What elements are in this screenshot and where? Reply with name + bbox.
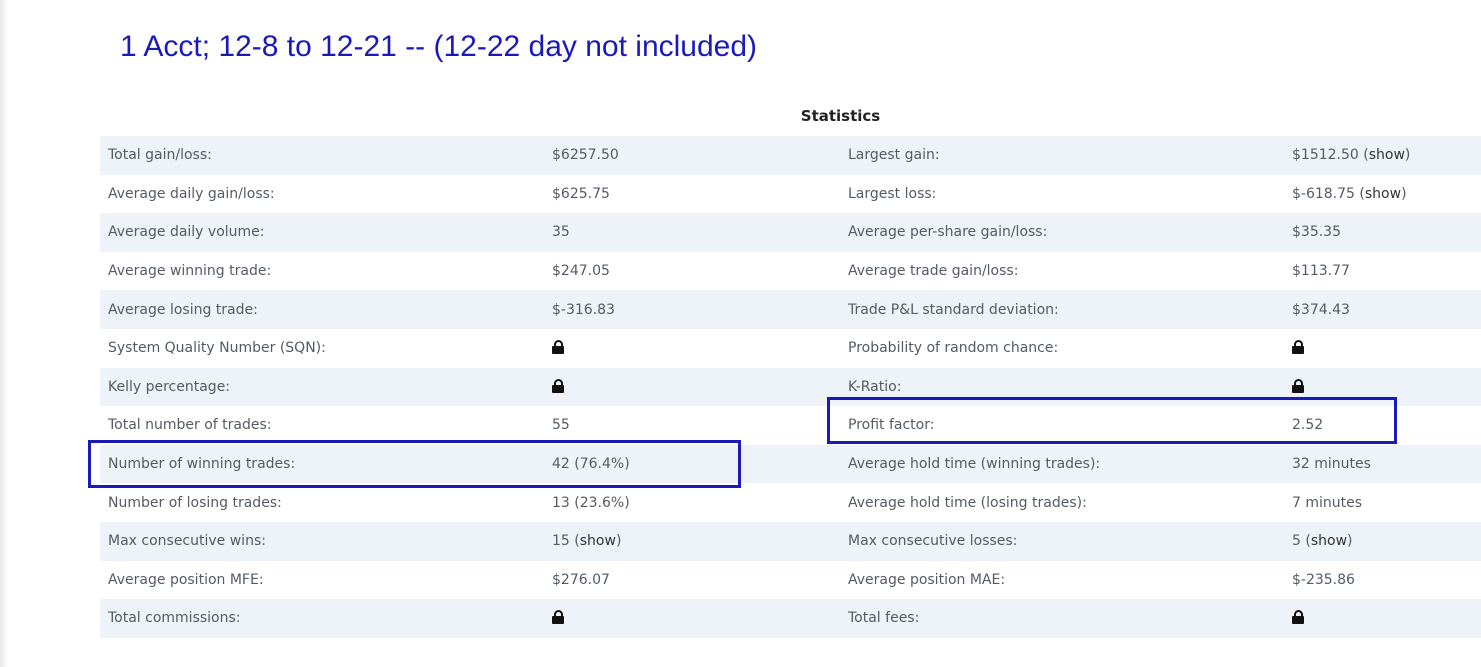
lock-icon	[1292, 378, 1304, 393]
show-link[interactable]: show	[1365, 186, 1401, 202]
lock-icon	[1292, 340, 1304, 355]
stat-label: Average daily volume:	[108, 224, 265, 241]
stat-value: $276.07	[552, 571, 610, 588]
stat-value: $-618.75	[1292, 185, 1355, 202]
show-link[interactable]: show	[1369, 147, 1405, 163]
stat-value: $-235.86	[1292, 571, 1355, 588]
stat-value-cell: 5 (show)	[1292, 533, 1353, 550]
page-edge-shadow	[0, 0, 8, 667]
stat-value-cell	[544, 368, 840, 407]
stat-label: Total gain/loss:	[108, 147, 212, 164]
stat-value: 15	[552, 533, 570, 550]
stat-value-cell: 32 minutes	[1284, 445, 1481, 484]
stat-label: Average winning trade:	[108, 263, 272, 280]
annotation-box-profit-factor	[827, 397, 1397, 444]
stat-value: $374.43	[1292, 301, 1350, 318]
stat-row-number-of-losing-trades: Number of losing trades: 13 (23.6%) Averag…	[100, 483, 1481, 522]
stat-value-cell: $-618.75 (show)	[1292, 185, 1407, 202]
lock-icon	[552, 340, 564, 355]
stat-label: Max consecutive wins:	[108, 533, 266, 550]
stat-label: Average daily gain/loss:	[108, 185, 275, 202]
stat-value-cell: 7 minutes	[1284, 483, 1481, 522]
stat-value-cell: $6257.50	[544, 136, 840, 175]
stat-value-cell: 15 (show)	[552, 533, 622, 550]
stat-value-cell: 13 (23.6%)	[544, 483, 840, 522]
stat-label: Total commissions:	[108, 610, 241, 627]
stat-label: Total number of trades:	[108, 417, 272, 434]
stat-label: Trade P&L standard deviation:	[848, 301, 1059, 318]
statistics-table: Total gain/loss: $6257.50 Largest gain: $15…	[100, 136, 1481, 638]
stat-value-cell: 35	[544, 213, 840, 252]
stat-value-cell: $625.75	[544, 175, 840, 214]
stat-row-average-daily-volume: Average daily volume: 35 Average per-share…	[100, 213, 1481, 252]
stat-value-cell: $247.05	[544, 252, 840, 291]
stat-label: System Quality Number (SQN):	[108, 340, 326, 357]
stat-value: $-316.83	[552, 301, 615, 318]
stat-value-cell: $-235.86	[1284, 561, 1481, 600]
show-link[interactable]: show	[1311, 533, 1347, 549]
annotation-box-winning-trades	[88, 440, 741, 488]
stat-value: $35.35	[1292, 224, 1341, 241]
lock-icon	[552, 610, 564, 625]
stat-label: Average position MAE:	[848, 571, 1006, 588]
lock-icon	[552, 378, 564, 393]
stat-label: Number of losing trades:	[108, 494, 282, 511]
stat-value: $113.77	[1292, 263, 1350, 280]
stat-value-cell: $374.43	[1284, 290, 1481, 329]
stat-label: Average losing trade:	[108, 301, 258, 318]
stat-value-cell: $1512.50 (show)	[1292, 147, 1411, 164]
stat-row-max-consecutive-wins: Max consecutive wins: 15 (show) Max consec…	[100, 521, 1481, 561]
stat-value-cell: $113.77	[1284, 252, 1481, 291]
stat-value-cell: $35.35	[1284, 213, 1481, 252]
stat-label: Largest gain:	[848, 147, 940, 164]
stat-value: 5	[1292, 533, 1301, 550]
stat-row-average-losing-trade: Average losing trade: $-316.83 Trade P&L s…	[100, 290, 1481, 329]
stat-value-cell: $-316.83	[544, 290, 840, 329]
stat-value: 13 (23.6%)	[552, 494, 630, 511]
stat-label: Kelly percentage:	[108, 378, 231, 395]
stat-row-average-position-mfe: Average position MFE: $276.07 Average posi…	[100, 561, 1481, 600]
stat-label: Average per-share gain/loss:	[848, 224, 1048, 241]
lock-icon	[1292, 610, 1304, 625]
stat-row-average-daily-gain-loss: Average daily gain/loss: $625.75 Largest l…	[100, 175, 1481, 214]
stat-label: Total fees:	[848, 610, 920, 627]
stat-row-total-commissions: Total commissions: Total fees:	[100, 599, 1481, 638]
stat-value-cell	[544, 329, 840, 368]
stat-label: Probability of random chance:	[848, 340, 1059, 357]
stat-value-cell: 55	[544, 406, 840, 445]
stat-label: Average trade gain/loss:	[848, 263, 1019, 280]
stat-label: Largest loss:	[848, 185, 937, 202]
stat-row-system-quality-number-sqn: System Quality Number (SQN): Probability …	[100, 329, 1481, 368]
stat-value: 55	[552, 417, 570, 434]
annotation-title: 1 Acct; 12-8 to 12-21 -- (12-22 day not …	[120, 30, 758, 63]
stat-value: $625.75	[552, 185, 610, 202]
stat-value: $247.05	[552, 263, 610, 280]
stat-label: Average hold time (winning trades):	[848, 456, 1101, 473]
stat-value-cell: $276.07	[544, 561, 840, 600]
stat-value: $6257.50	[552, 147, 619, 164]
stat-row-average-winning-trade: Average winning trade: $247.05 Average tra…	[100, 252, 1481, 291]
stat-value-cell	[1284, 599, 1481, 638]
show-link[interactable]: show	[580, 533, 616, 549]
stat-value: 7 minutes	[1292, 494, 1363, 511]
stat-value-cell	[1284, 329, 1481, 368]
stat-row-total-gain-loss: Total gain/loss: $6257.50 Largest gain: $15…	[100, 136, 1481, 175]
stat-value: $1512.50	[1292, 147, 1359, 164]
stat-value-cell	[544, 599, 840, 638]
statistics-heading: Statistics	[800, 107, 881, 125]
stat-value: 32 minutes	[1292, 456, 1371, 473]
stat-label: Max consecutive losses:	[848, 533, 1018, 550]
stat-label: Average hold time (losing trades):	[848, 494, 1087, 511]
stat-label: Average position MFE:	[108, 571, 264, 588]
stat-value: 35	[552, 224, 570, 241]
